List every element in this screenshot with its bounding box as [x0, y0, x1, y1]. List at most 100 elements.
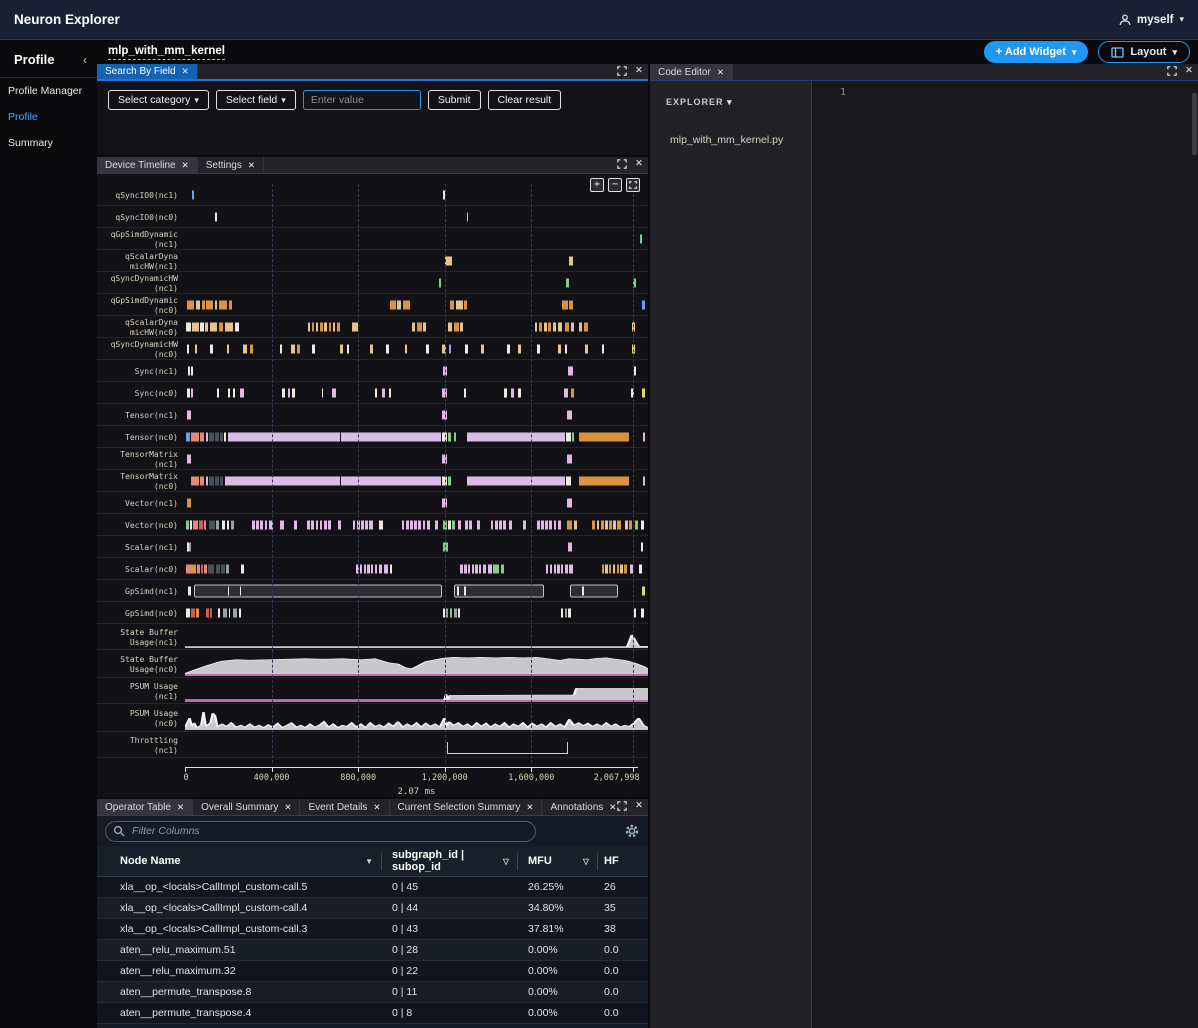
sidebar-item-summary[interactable]: Summary: [0, 130, 97, 156]
tab-settings[interactable]: Settings✕: [198, 157, 264, 173]
tab-device-timeline[interactable]: Device Timeline✕: [97, 157, 198, 173]
timeline-event[interactable]: [209, 476, 214, 485]
timeline-event[interactable]: [460, 322, 463, 331]
timeline-event[interactable]: [227, 344, 230, 353]
timeline-event[interactable]: [503, 520, 506, 529]
table-row[interactable]: aten__permute_transpose.80 | 110.00%0.0: [97, 982, 648, 1003]
timeline-track-lane[interactable]: [185, 678, 648, 703]
timeline-track-lane[interactable]: [185, 704, 648, 731]
timeline-event[interactable]: [197, 564, 200, 573]
timeline-event[interactable]: [620, 564, 622, 573]
timeline-event[interactable]: [186, 564, 191, 573]
close-icon[interactable]: ✕: [177, 802, 184, 813]
timeline-event[interactable]: [223, 608, 227, 617]
expand-icon[interactable]: [617, 159, 627, 169]
tab-annotations[interactable]: Annotations✕: [542, 799, 625, 815]
zoom-out-button[interactable]: −: [608, 178, 622, 192]
close-icon[interactable]: ✕: [248, 160, 255, 171]
timeline-event[interactable]: [564, 388, 568, 397]
scrollbar[interactable]: [1192, 93, 1197, 155]
timeline-event[interactable]: [450, 300, 455, 309]
timeline-event[interactable]: [464, 388, 466, 397]
timeline-event[interactable]: [558, 322, 562, 331]
timeline-event[interactable]: [403, 300, 410, 309]
timeline-event[interactable]: [582, 586, 584, 595]
timeline-event[interactable]: [206, 476, 208, 485]
timeline-event[interactable]: [204, 520, 206, 529]
timeline-event[interactable]: [427, 520, 431, 529]
timeline-event[interactable]: [260, 520, 263, 529]
timeline-event[interactable]: [240, 586, 241, 595]
timeline-event[interactable]: [192, 322, 198, 331]
timeline-event[interactable]: [195, 344, 197, 353]
timeline-event[interactable]: [228, 388, 230, 397]
tab-event-details[interactable]: Event Details✕: [300, 799, 389, 815]
timeline-event[interactable]: [458, 608, 460, 617]
timeline-event[interactable]: [561, 608, 563, 617]
timeline-event[interactable]: [426, 344, 429, 353]
timeline-event[interactable]: [488, 564, 492, 573]
timeline-event[interactable]: [448, 520, 451, 529]
timeline-event[interactable]: [549, 520, 552, 529]
timeline-event[interactable]: [454, 608, 458, 617]
timeline-event[interactable]: [337, 322, 340, 331]
timeline-event[interactable]: [613, 520, 616, 529]
timeline-event[interactable]: [523, 520, 526, 529]
code-editor-area[interactable]: 1: [812, 81, 1198, 1028]
timeline-event[interactable]: [379, 520, 382, 529]
breadcrumb[interactable]: mlp_with_mm_kernel: [108, 45, 225, 60]
zoom-in-button[interactable]: +: [590, 178, 604, 192]
timeline-event[interactable]: [541, 520, 544, 529]
timeline-event[interactable]: [570, 584, 618, 597]
timeline-event[interactable]: [435, 520, 438, 529]
timeline-track-lane[interactable]: [185, 228, 648, 249]
timeline-event[interactable]: [243, 344, 247, 353]
timeline-event[interactable]: [565, 322, 570, 331]
timeline-event[interactable]: [561, 564, 563, 573]
sidebar-item-profile[interactable]: Profile: [0, 104, 97, 130]
timeline-event[interactable]: [265, 520, 268, 529]
timeline-event[interactable]: [467, 212, 469, 221]
timeline-event[interactable]: [467, 476, 565, 485]
timeline-event[interactable]: [464, 586, 466, 595]
timeline-event[interactable]: [597, 520, 600, 529]
timeline-event[interactable]: [553, 322, 556, 331]
timeline-event[interactable]: [566, 278, 569, 287]
timeline-event[interactable]: [629, 520, 632, 529]
expand-icon[interactable]: [617, 801, 627, 811]
timeline-event[interactable]: [574, 520, 577, 529]
timeline-event[interactable]: [406, 520, 409, 529]
timeline-event[interactable]: [410, 520, 413, 529]
timeline-event[interactable]: [191, 476, 198, 485]
timeline-track-lane[interactable]: [185, 514, 648, 535]
timeline-event[interactable]: [639, 564, 642, 573]
timeline-event[interactable]: [206, 432, 208, 441]
close-icon[interactable]: ✕: [1185, 66, 1193, 76]
timeline-event[interactable]: [448, 476, 451, 485]
table-row[interactable]: aten__relu_maximum.320 | 220.00%0.0: [97, 961, 648, 982]
timeline-event[interactable]: [558, 520, 562, 529]
timeline-event[interactable]: [186, 432, 190, 441]
timeline-event[interactable]: [220, 476, 223, 485]
timeline-track-lane[interactable]: [185, 650, 648, 677]
timeline-event[interactable]: [539, 322, 542, 331]
timeline-event[interactable]: [209, 520, 215, 529]
timeline-event[interactable]: [194, 584, 442, 597]
timeline-event[interactable]: [565, 608, 567, 617]
timeline-event[interactable]: [365, 520, 368, 529]
timeline-event[interactable]: [464, 300, 468, 309]
close-icon[interactable]: ✕: [182, 66, 189, 77]
timeline-event[interactable]: [643, 432, 645, 441]
timeline-event[interactable]: [228, 432, 341, 441]
timeline-track-lane[interactable]: [185, 250, 648, 271]
timeline-event[interactable]: [448, 432, 451, 441]
file-item[interactable]: mlp_with_mm_kernel.py: [650, 134, 811, 146]
timeline-event[interactable]: [215, 432, 219, 441]
timeline-event[interactable]: [418, 520, 421, 529]
timeline-event[interactable]: [291, 344, 295, 353]
timeline-event[interactable]: [282, 388, 284, 397]
table-row[interactable]: xla__op_<locals>CallImpl_custom-call.40 …: [97, 898, 648, 919]
timeline-event[interactable]: [386, 344, 389, 353]
timeline-event[interactable]: [239, 608, 241, 617]
timeline-event[interactable]: [297, 344, 300, 353]
